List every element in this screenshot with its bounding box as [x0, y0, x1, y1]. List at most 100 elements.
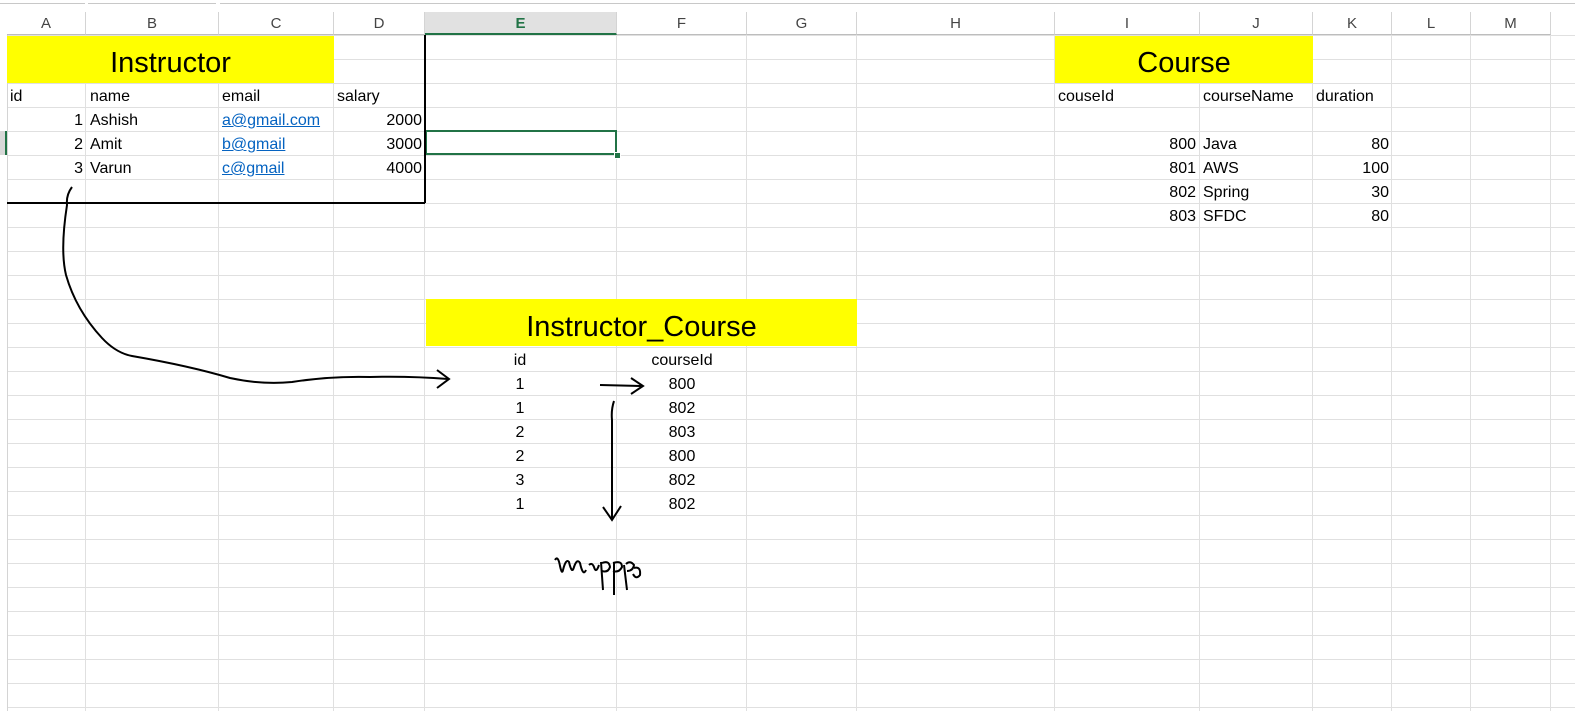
- col-gridline: [746, 35, 747, 711]
- instructor-id-cell: 1: [74, 112, 83, 129]
- mapping-arrow-right: [599, 377, 645, 395]
- fill-handle[interactable]: [614, 152, 621, 159]
- instructor-salary-cell: 3000: [386, 136, 422, 153]
- ic-courseid-cell: 800: [668, 448, 696, 465]
- col-gridline: [856, 35, 857, 711]
- course-header-cell: courseName: [1203, 88, 1294, 105]
- column-header-d[interactable]: D: [334, 12, 425, 35]
- column-header-m[interactable]: M: [1471, 12, 1551, 35]
- column-header-i[interactable]: I: [1055, 12, 1200, 35]
- course-name-cell: Spring: [1203, 184, 1250, 201]
- row-gridline: [7, 563, 1575, 564]
- instructor-title[interactable]: Instructor: [7, 36, 334, 83]
- row-gridline: [7, 587, 1575, 588]
- column-header-a[interactable]: A: [7, 12, 86, 35]
- instructor-header-cell: salary: [337, 88, 380, 105]
- instructor-name-cell: Varun: [90, 160, 132, 177]
- selected-row-header: [0, 131, 7, 155]
- instructor-email-link[interactable]: c@gmail: [222, 160, 284, 178]
- column-header-f[interactable]: F: [617, 12, 747, 35]
- ic-id-cell: 1: [515, 496, 525, 513]
- instructor-name-cell: Amit: [90, 136, 122, 153]
- column-header-k[interactable]: K: [1313, 12, 1392, 35]
- row-gridline: [7, 659, 1575, 660]
- ic-id-cell: 3: [515, 472, 525, 489]
- spreadsheet-grid[interactable]: ABCDEFGHIJKLM Instructor id name email sala…: [0, 0, 1575, 711]
- instructor-header-cell: id: [10, 88, 23, 105]
- course-name-cell: SFDC: [1203, 208, 1247, 225]
- column-header-g[interactable]: G: [747, 12, 857, 35]
- row-gridline: [7, 371, 1575, 372]
- col-gridline: [1550, 35, 1551, 711]
- ic-id-cell: 2: [515, 448, 525, 465]
- col-gridline: [1199, 35, 1200, 711]
- ic-id-cell: 1: [515, 376, 525, 393]
- instructor-header-cell: email: [222, 88, 261, 105]
- ic-header-id: id: [513, 352, 527, 369]
- row-gridline: [7, 179, 1575, 180]
- row-gridline: [7, 251, 1575, 252]
- relation-arrow-curve: [62, 186, 449, 384]
- row-gridline: [7, 107, 1575, 108]
- col-gridline: [218, 35, 219, 711]
- col-gridline: [1391, 35, 1392, 711]
- column-header-h[interactable]: H: [857, 12, 1055, 35]
- row-gridline: [7, 611, 1575, 612]
- ic-id-cell: 1: [515, 400, 525, 417]
- instructor-header-cell: name: [90, 88, 131, 105]
- course-id-cell: 801: [1169, 160, 1196, 177]
- row-gridline: [7, 347, 1575, 348]
- row-gridline: [7, 515, 1575, 516]
- ic-courseid-cell: 802: [668, 496, 696, 513]
- instructor-name-cell: Ashish: [90, 112, 139, 129]
- column-header-l[interactable]: L: [1392, 12, 1471, 35]
- ic-courseid-cell: 802: [668, 400, 696, 417]
- row-gridline: [7, 275, 1575, 276]
- row-gridline: [7, 395, 1575, 396]
- ribbon-edge: [0, 0, 1575, 12]
- course-duration-cell: 80: [1371, 208, 1389, 225]
- row-gridline: [7, 707, 1575, 708]
- ic-courseid-cell: 802: [668, 472, 696, 489]
- course-id-cell: 803: [1169, 208, 1196, 225]
- row-gridline: [7, 155, 1575, 156]
- ic-id-cell: 2: [515, 424, 525, 441]
- relation-arrow-head: [436, 369, 451, 389]
- course-name-cell: Java: [1203, 136, 1237, 153]
- instructor-email-link[interactable]: a@gmail.com: [222, 112, 320, 130]
- course-duration-cell: 100: [1362, 160, 1389, 177]
- ic-header-courseid: courseId: [651, 352, 713, 369]
- row-gridline: [7, 227, 1575, 228]
- row-gridline: [7, 635, 1575, 636]
- row-gridline: [7, 539, 1575, 540]
- column-header-e[interactable]: E: [425, 12, 617, 35]
- instructor-email-link[interactable]: b@gmail: [222, 136, 285, 154]
- col-gridline: [1470, 35, 1471, 711]
- course-id-cell: 800: [1169, 136, 1196, 153]
- course-header-cell: duration: [1316, 88, 1374, 105]
- active-cell[interactable]: [425, 130, 617, 155]
- row-gridline: [7, 491, 1575, 492]
- row-gridline: [7, 131, 1575, 132]
- row-gridline: [7, 419, 1575, 420]
- column-header-j[interactable]: J: [1200, 12, 1313, 35]
- ic-courseid-cell: 803: [668, 424, 696, 441]
- course-title[interactable]: Course: [1055, 36, 1313, 83]
- row-gridline: [7, 443, 1575, 444]
- instructor-salary-cell: 4000: [386, 160, 422, 177]
- row-gridline: [7, 683, 1575, 684]
- row-gridline: [7, 83, 1575, 84]
- course-header-cell: couseId: [1058, 88, 1115, 105]
- course-duration-cell: 80: [1371, 136, 1389, 153]
- instructor-id-cell: 3: [74, 160, 83, 177]
- course-name-cell: AWS: [1203, 160, 1239, 177]
- row-gridline: [7, 203, 1575, 204]
- instructor-salary-cell: 2000: [386, 112, 422, 129]
- course-duration-cell: 30: [1371, 184, 1389, 201]
- course-id-cell: 802: [1169, 184, 1196, 201]
- column-header-b[interactable]: B: [86, 12, 219, 35]
- instructor-course-title[interactable]: Instructor_Course: [426, 299, 857, 346]
- column-header-c[interactable]: C: [219, 12, 334, 35]
- row-gridline: [7, 467, 1575, 468]
- col-gridline: [85, 35, 86, 711]
